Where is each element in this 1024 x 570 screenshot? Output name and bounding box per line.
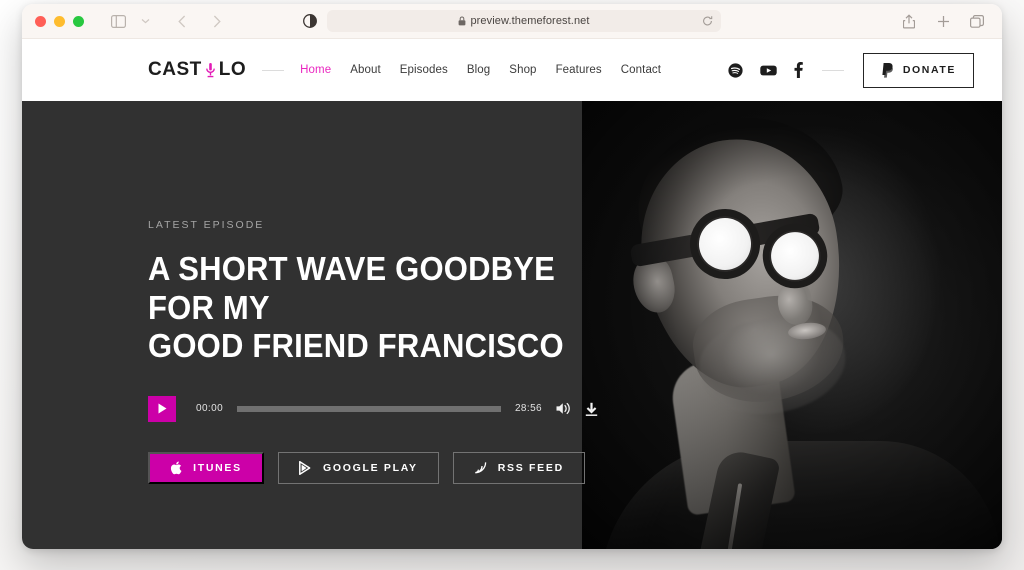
social-links [728, 62, 803, 78]
url-text: preview.themeforest.net [470, 15, 590, 27]
duration: 28:56 [514, 403, 542, 415]
facebook-icon[interactable] [794, 62, 803, 78]
browser-window: preview.themeforest.net CAST LO Home Abo… [22, 4, 1002, 549]
hero-title: A SHORT WAVE GOODBYE FOR MY GOOD FRIEND … [148, 250, 564, 365]
rss-feed-button[interactable]: RSS FEED [452, 451, 585, 484]
logo-text-left: CAST [148, 59, 202, 80]
maximize-window-button[interactable] [73, 15, 84, 27]
forward-button[interactable] [205, 9, 229, 33]
itunes-button[interactable]: ITUNES [148, 451, 264, 484]
nav-item-features[interactable]: Features [556, 64, 602, 76]
google-play-button[interactable]: GOOGLE PLAY [278, 451, 439, 484]
google-play-label: GOOGLE PLAY [323, 461, 418, 474]
rss-icon [474, 461, 487, 474]
sidebar-icon[interactable] [106, 9, 130, 33]
nav-item-blog[interactable]: Blog [467, 64, 490, 76]
download-icon[interactable] [585, 402, 598, 416]
donate-button[interactable]: DONATE [862, 52, 974, 88]
volume-icon[interactable] [556, 402, 571, 415]
subscribe-buttons: ITUNES GOOGLE PLAY RSS FEED [148, 451, 598, 484]
progress-bar[interactable] [237, 405, 501, 412]
paypal-icon [881, 62, 894, 78]
tabs-overview-icon[interactable] [965, 9, 989, 33]
navigation-controls [106, 9, 229, 33]
new-tab-button[interactable] [931, 9, 955, 33]
main-navigation: Home About Episodes Blog Shop Features C… [300, 64, 661, 76]
desktop-backdrop: preview.themeforest.net CAST LO Home Abo… [0, 0, 1024, 570]
hero-content: LATEST EPISODE A SHORT WAVE GOODBYE FOR … [148, 219, 598, 484]
url-input[interactable]: preview.themeforest.net [327, 10, 721, 32]
chevron-down-icon[interactable] [133, 9, 157, 33]
apple-icon [170, 461, 182, 475]
google-play-icon [299, 460, 312, 475]
hero-portrait-image [582, 101, 1002, 549]
header-divider [821, 69, 844, 71]
nav-item-shop[interactable]: Shop [509, 64, 536, 76]
nav-item-episodes[interactable]: Episodes [400, 64, 448, 76]
header-right: DONATE [728, 52, 974, 88]
itunes-label: ITUNES [193, 461, 242, 474]
nav-item-home[interactable]: Home [300, 64, 331, 76]
spotify-icon[interactable] [728, 62, 743, 78]
minimize-window-button[interactable] [54, 15, 65, 27]
back-button[interactable] [170, 9, 194, 33]
site-header: CAST LO Home About Episodes Blog Shop Fe… [22, 39, 1002, 101]
toolbar-right-actions [897, 9, 989, 33]
logo-text-right: LO [218, 59, 247, 80]
logo-divider [262, 69, 285, 71]
hero-eyebrow: LATEST EPISODE [148, 219, 265, 231]
donate-label: DONATE [902, 64, 956, 76]
hero-section: LATEST EPISODE A SHORT WAVE GOODBYE FOR … [22, 101, 1002, 549]
audio-player: 00:00 28:56 [148, 395, 598, 422]
browser-toolbar: preview.themeforest.net [22, 4, 1002, 39]
site-logo[interactable]: CAST LO [148, 59, 246, 81]
reload-icon[interactable] [702, 16, 713, 27]
youtube-icon[interactable] [760, 64, 777, 77]
reader-mode-icon[interactable] [303, 14, 317, 28]
current-time: 00:00 [196, 403, 224, 415]
window-controls [35, 15, 84, 27]
share-icon[interactable] [897, 9, 921, 33]
play-button[interactable] [148, 395, 176, 422]
nav-item-about[interactable]: About [350, 64, 381, 76]
close-window-button[interactable] [35, 15, 46, 27]
rss-label: RSS FEED [497, 461, 564, 474]
nav-item-contact[interactable]: Contact [621, 64, 661, 76]
microphone-icon [205, 62, 215, 78]
lock-icon [458, 16, 466, 26]
